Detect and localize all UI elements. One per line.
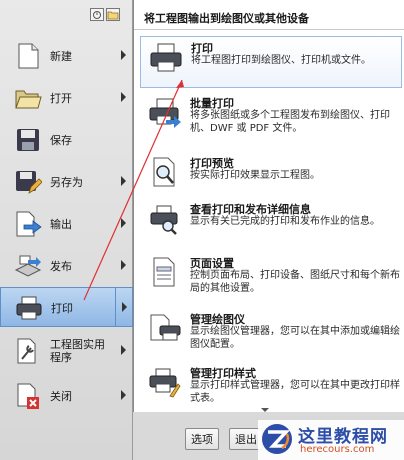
options-button[interactable]: 选项 xyxy=(185,428,219,450)
watermark-url: herecours.com xyxy=(300,444,375,455)
watermark-logo-icon xyxy=(260,422,294,456)
annotation-arrow-icon xyxy=(83,79,184,301)
watermark: 这里教程网 herecours.com xyxy=(258,420,404,460)
application-menu: 新建 打开 保存 另存为 输出 发布 打印 工程图实用 程序 关闭 将工程图输出… xyxy=(0,0,404,460)
